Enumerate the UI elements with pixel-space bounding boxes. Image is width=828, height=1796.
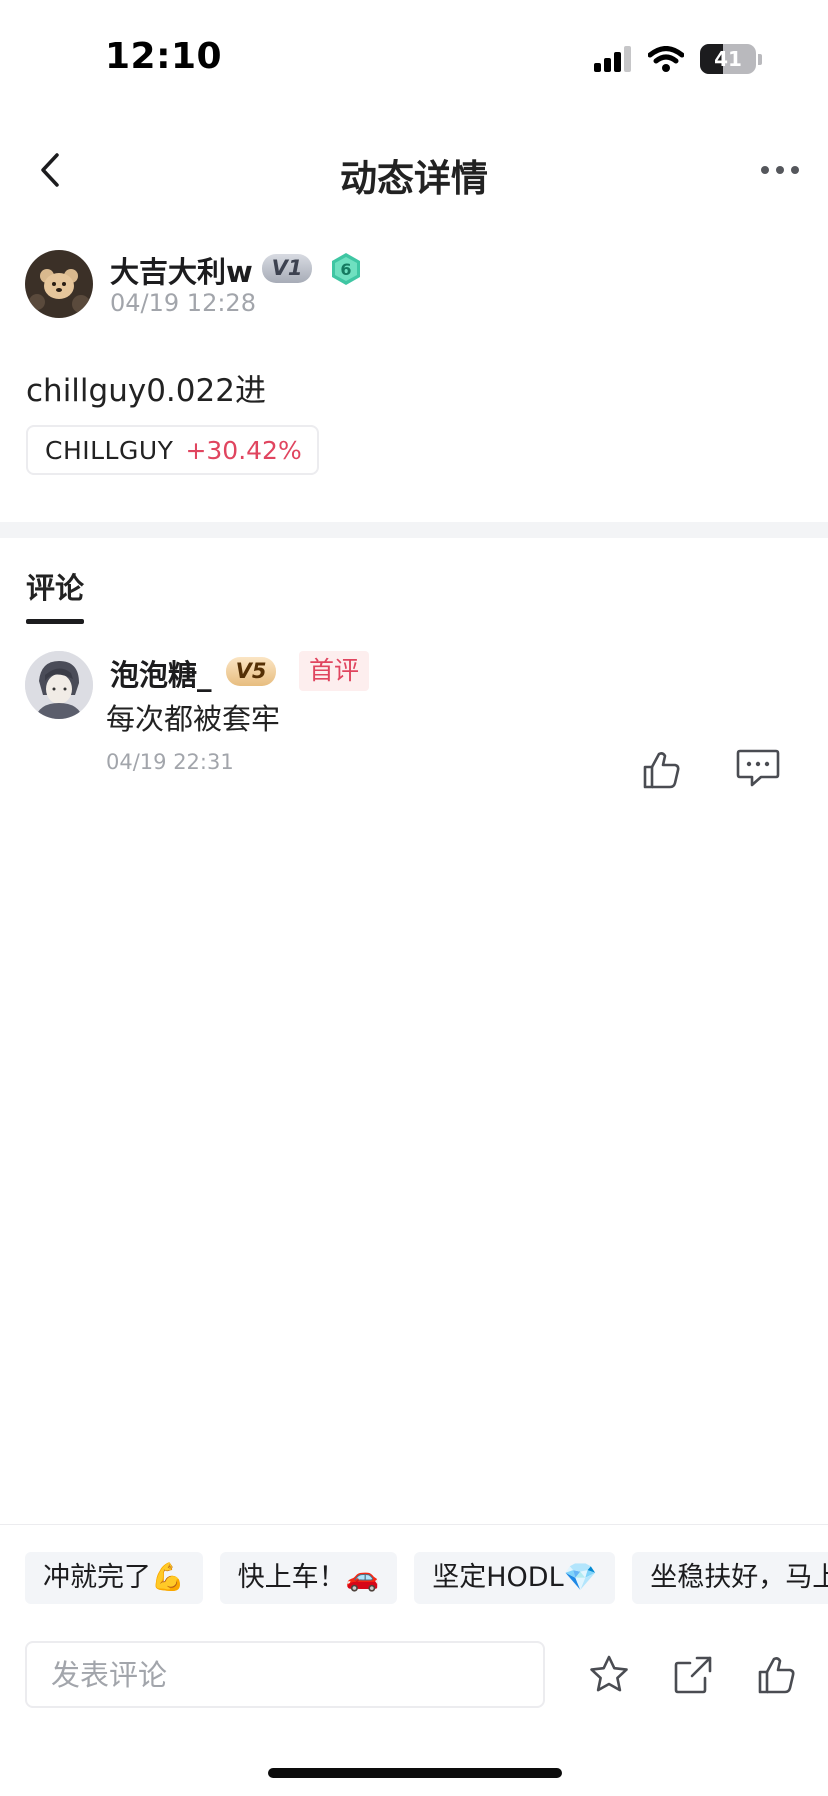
first-comment-badge: 首评 (299, 651, 370, 691)
more-horizontal-icon (761, 166, 799, 174)
section-divider (0, 522, 828, 538)
cellular-signal-icon (594, 46, 631, 72)
comment-like-icon[interactable] (639, 748, 683, 792)
coin-change: +30.42% (185, 435, 302, 465)
home-indicator (268, 1768, 562, 1778)
bottom-divider (0, 1524, 828, 1525)
star-icon[interactable] (587, 1653, 631, 1697)
battery-cap (758, 53, 762, 65)
comment-item: 泡泡糖_ V5 首评 每次都被套牢 04/19 22:31 (0, 648, 828, 790)
status-icons: 41 (594, 44, 762, 74)
commenter-vip-badge: V5 (226, 657, 276, 686)
level-number: 6 (340, 260, 351, 279)
post-content: chillguy0.022进 (26, 373, 266, 409)
status-bar: 12:10 41 (0, 0, 828, 120)
tab-comments-label: 评论 (26, 571, 85, 605)
comment-reply-icon[interactable] (735, 746, 781, 790)
commenter-avatar-image (25, 651, 93, 719)
vip-badge: V1 (262, 254, 312, 283)
battery-level: 41 (714, 47, 742, 71)
level-badge: 6 (330, 252, 362, 286)
comment-input[interactable] (25, 1641, 545, 1708)
level-hexagon-icon: 6 (332, 253, 360, 285)
author-avatar-image (25, 250, 93, 318)
thumbs-up-icon[interactable] (755, 1653, 799, 1697)
nav-bar: 动态详情 (0, 130, 828, 210)
quick-reply-chip[interactable]: 坚定HODL💎 (414, 1552, 616, 1604)
author-name[interactable]: 大吉大利w (110, 249, 253, 291)
coin-symbol: CHILLGUY (45, 435, 174, 465)
author-avatar[interactable] (25, 250, 93, 318)
comment-time: 04/19 22:31 (106, 750, 234, 774)
tab-comments[interactable]: 评论 (26, 565, 84, 607)
quick-reply-chip[interactable]: 快上车！🚗 (219, 1552, 398, 1604)
quick-reply-chip[interactable]: 冲就完了💪 (25, 1552, 203, 1604)
commenter-name[interactable]: 泡泡糖_ (110, 652, 212, 694)
tab-underline (26, 619, 84, 624)
battery-icon: 41 (700, 44, 756, 74)
wifi-icon (648, 45, 684, 72)
commenter-avatar[interactable] (25, 651, 93, 719)
quick-reply-chip[interactable]: 坐稳扶好，马上起飞 (632, 1552, 828, 1604)
more-button[interactable] (754, 146, 806, 194)
page-title: 动态详情 (340, 157, 488, 200)
post-time: 04/19 12:28 (110, 289, 256, 317)
share-icon[interactable] (671, 1653, 715, 1697)
comment-content: 每次都被套牢 (106, 702, 281, 736)
status-time: 12:10 (105, 36, 223, 77)
quick-reply-row: 冲就完了💪 快上车！🚗 坚定HODL💎 坐稳扶好，马上起飞 (25, 1552, 828, 1606)
coin-tag[interactable]: CHILLGUY +30.42% (26, 425, 319, 475)
